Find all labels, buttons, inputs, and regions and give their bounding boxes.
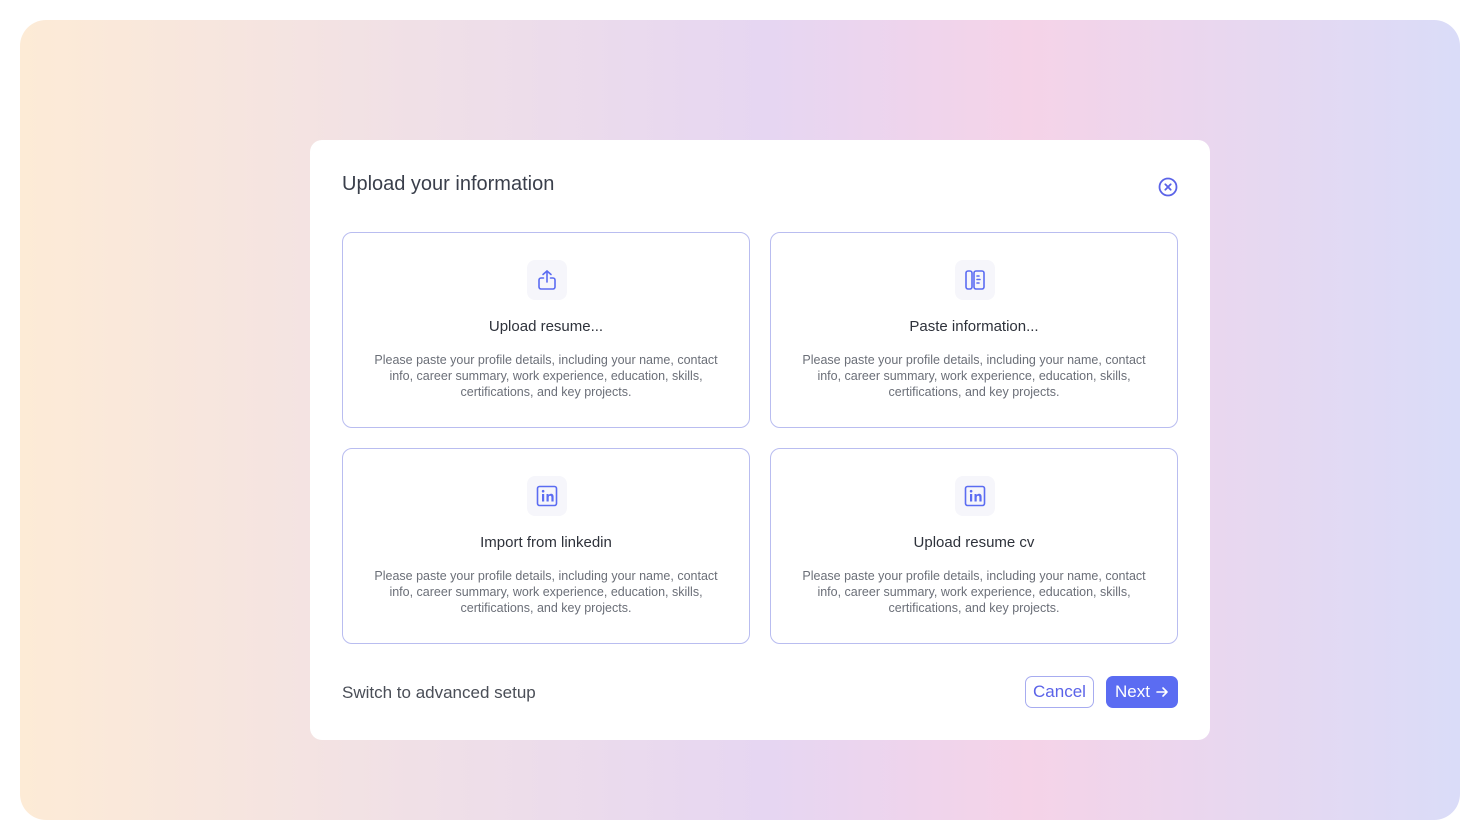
option-icon-container — [955, 476, 995, 516]
option-title: Upload resume... — [488, 318, 604, 335]
option-card-upload-resume[interactable]: Upload resume... Please paste your profi… — [342, 232, 750, 428]
option-card-paste-information[interactable]: Paste information... Please paste your p… — [770, 232, 1178, 428]
next-button[interactable]: Next — [1106, 676, 1178, 708]
background-frame: Upload your information Upload resume...… — [20, 20, 1460, 820]
cancel-button-label: Cancel — [1033, 682, 1086, 701]
option-icon-container — [527, 260, 567, 300]
upload-icon — [538, 270, 556, 290]
option-icon-container — [955, 260, 995, 300]
option-description: Please paste your profile details, inclu… — [802, 569, 1146, 615]
cancel-button[interactable]: Cancel — [1025, 676, 1094, 708]
option-title: Upload resume cv — [913, 534, 1035, 551]
next-button-label: Next — [1115, 682, 1150, 701]
option-description: Please paste your profile details, inclu… — [802, 353, 1146, 399]
option-card-import-linkedin[interactable]: Import from linkedin Please paste your p… — [342, 448, 750, 644]
close-button[interactable] — [1158, 177, 1178, 197]
linkedin-icon — [964, 485, 986, 507]
option-title: Import from linkedin — [480, 534, 612, 551]
arrow-right-icon — [1156, 687, 1168, 697]
option-card-upload-resume-cv[interactable]: Upload resume cv Please paste your profi… — [770, 448, 1178, 644]
switch-advanced-setup-link[interactable]: Switch to advanced setup — [342, 683, 536, 703]
upload-information-dialog: Upload your information Upload resume...… — [310, 140, 1210, 740]
close-circle-icon — [1158, 177, 1178, 197]
paste-document-icon — [965, 270, 985, 290]
dialog-title: Upload your information — [342, 173, 555, 195]
linkedin-icon — [536, 485, 558, 507]
option-title: Paste information... — [909, 318, 1039, 335]
option-description: Please paste your profile details, inclu… — [374, 569, 718, 615]
option-icon-container — [527, 476, 567, 516]
option-description: Please paste your profile details, inclu… — [374, 353, 718, 399]
